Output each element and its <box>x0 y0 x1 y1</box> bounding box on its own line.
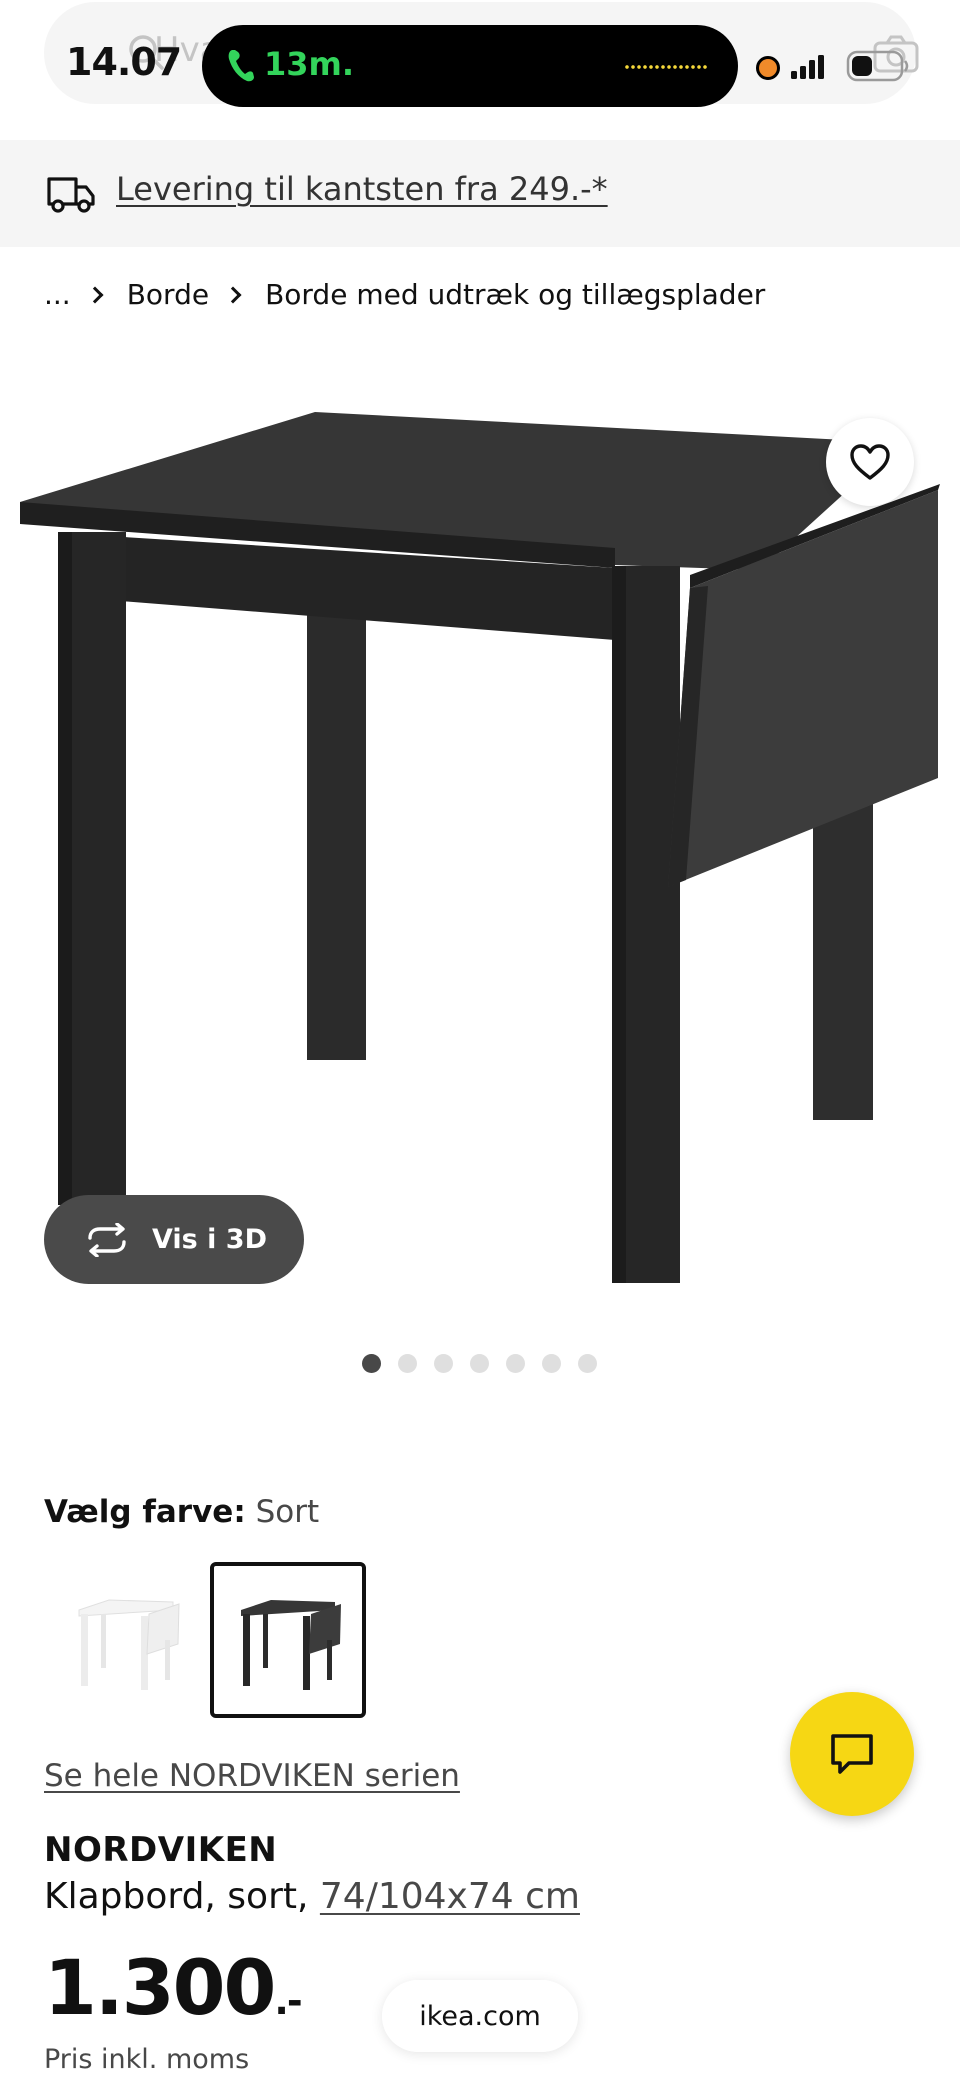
series-link[interactable]: Se hele NORDVIKEN serien <box>44 1758 460 1794</box>
cellular-signal-icon <box>791 55 824 79</box>
audio-waveform <box>624 65 708 69</box>
product-description: Klapbord, sort, 74/104x74 cm <box>44 1876 580 1917</box>
black-table-thumbnail <box>241 1600 341 1690</box>
delivery-link[interactable]: Levering til kantsten fra 249.-* <box>116 170 608 208</box>
status-time: 14.07 <box>66 40 182 84</box>
carousel-dot[interactable] <box>542 1354 561 1373</box>
favorite-button[interactable] <box>826 418 914 506</box>
carousel-dot[interactable] <box>398 1354 417 1373</box>
browser-url-bar[interactable]: ikea.com <box>382 1980 578 2052</box>
chevron-right-icon <box>86 286 104 303</box>
color-label: Vælg farve: <box>44 1494 246 1530</box>
delivery-banner[interactable]: Levering til kantsten fra 249.-* <box>0 140 960 247</box>
truck-icon <box>47 177 95 213</box>
price-value: 1.300 <box>44 1943 276 2032</box>
image-carousel-dots[interactable] <box>362 1354 597 1373</box>
color-swatch-white[interactable] <box>48 1562 204 1718</box>
dynamic-island[interactable]: 13m. <box>202 25 738 107</box>
carousel-dot[interactable] <box>506 1354 525 1373</box>
white-table-thumbnail <box>78 1599 180 1690</box>
breadcrumb: ... Borde Borde med udtræk og tillægspla… <box>44 278 765 311</box>
carousel-dot[interactable] <box>434 1354 453 1373</box>
breadcrumb-item-borde[interactable]: Borde <box>127 278 209 311</box>
view-in-3d-button[interactable]: Vis i 3D <box>44 1195 304 1284</box>
product-type: Klapbord, sort, <box>44 1876 320 1917</box>
product-image[interactable] <box>0 360 960 1320</box>
chat-button[interactable] <box>790 1692 914 1816</box>
carousel-dot[interactable] <box>578 1354 597 1373</box>
recording-indicator-icon <box>756 56 780 80</box>
product-name: NORDVIKEN <box>44 1830 278 1870</box>
color-heading: Vælg farve: Sort <box>44 1494 319 1530</box>
price-suffix: .- <box>274 1979 302 2023</box>
chevron-right-icon <box>224 286 242 303</box>
chat-icon <box>831 1734 873 1774</box>
rotate-3d-icon <box>88 1222 126 1257</box>
color-value: Sort <box>255 1494 320 1530</box>
carousel-dot[interactable] <box>470 1354 489 1373</box>
heart-icon <box>850 444 890 480</box>
battery-icon <box>846 50 909 82</box>
product-price: 1.300.- <box>44 1950 303 2026</box>
call-duration: 13m. <box>264 45 355 83</box>
view-in-3d-label: Vis i 3D <box>152 1224 268 1255</box>
breadcrumb-more[interactable]: ... <box>44 278 71 311</box>
breadcrumb-item-extendable-tables[interactable]: Borde med udtræk og tillægsplader <box>265 278 765 311</box>
color-swatch-black[interactable] <box>210 1562 366 1718</box>
price-note: Pris inkl. moms <box>44 2044 250 2075</box>
product-size-link[interactable]: 74/104x74 cm <box>320 1876 580 1917</box>
carousel-dot[interactable] <box>362 1354 381 1373</box>
phone-icon <box>228 50 254 82</box>
